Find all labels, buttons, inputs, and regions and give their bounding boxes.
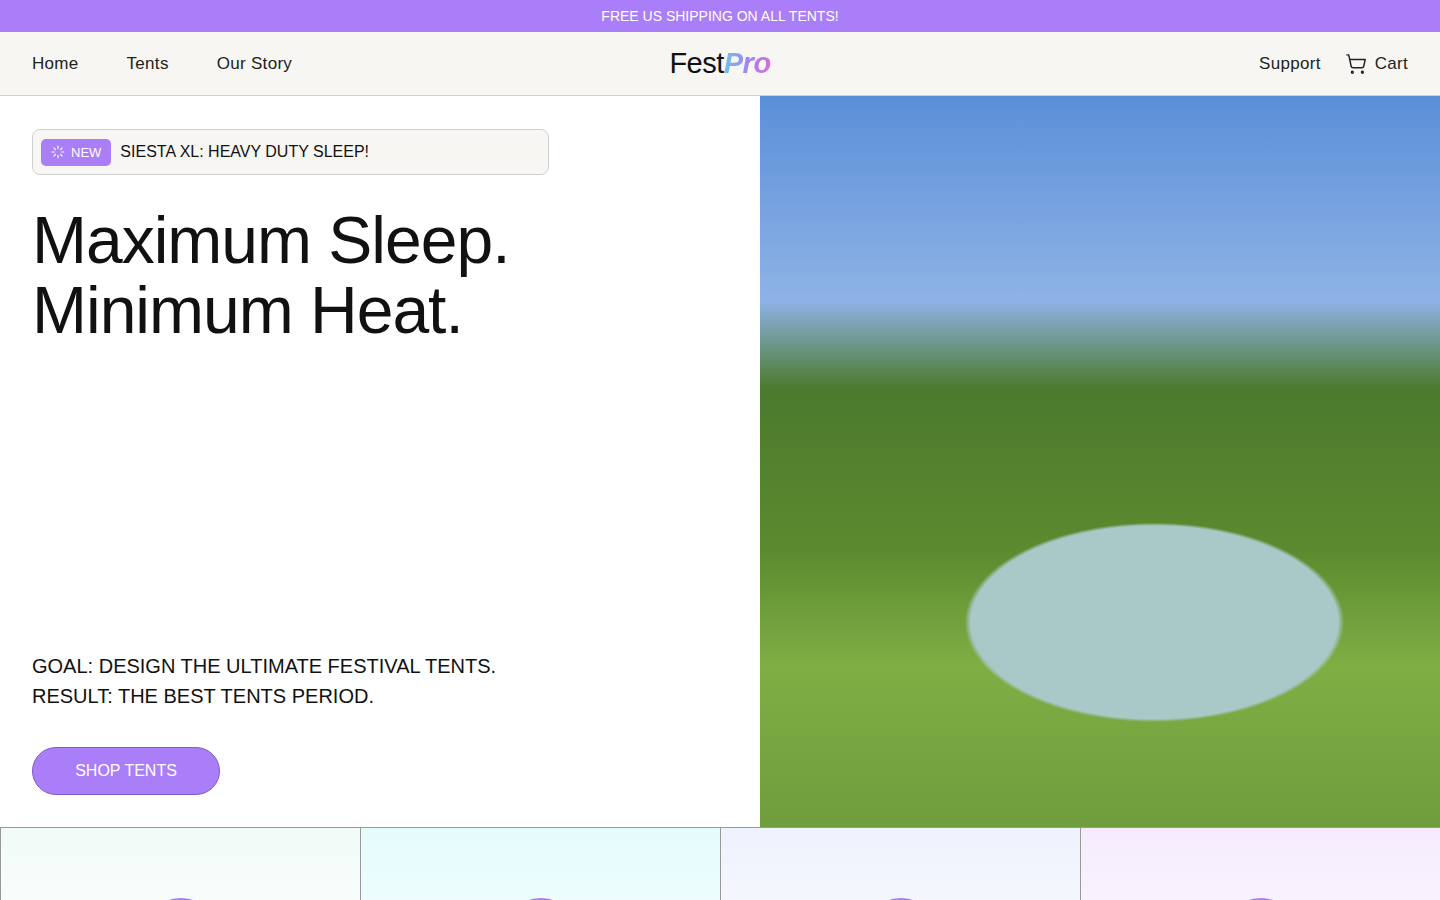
nav-link[interactable]: Our Story xyxy=(217,54,292,74)
nav-link[interactable]: Tents xyxy=(127,54,169,74)
feature-card xyxy=(0,827,360,900)
cart-link[interactable]: Cart xyxy=(1345,53,1408,75)
nav-links: Home Tents Our Story xyxy=(32,54,669,74)
new-tag: NEW xyxy=(41,139,111,166)
hero: NEWSIESTA XL: HEAVY DUTY SLEEP! Maximum S… xyxy=(0,96,1440,827)
hero-heading: Maximum Sleep.Minimum Heat. xyxy=(32,205,728,345)
feature-card xyxy=(1080,827,1440,900)
logo[interactable]: FestPro xyxy=(669,47,770,80)
navbar: Home Tents Our Story FestPro Support Cart xyxy=(0,32,1440,96)
feature-circle xyxy=(501,898,581,900)
nav-link[interactable]: Home xyxy=(32,54,79,74)
hero-tagline: GOAL: DESIGN THE ULTIMATE FESTIVAL TENTS… xyxy=(32,651,728,711)
announcement-badge[interactable]: NEWSIESTA XL: HEAVY DUTY SLEEP! xyxy=(32,129,549,175)
sparkle-icon xyxy=(51,145,65,159)
cart-icon xyxy=(1345,53,1367,75)
support-link[interactable]: Support xyxy=(1259,54,1321,74)
feature-card xyxy=(720,827,1080,900)
hero-photo xyxy=(760,96,1440,827)
shop-button[interactable]: SHOP TENTS xyxy=(32,747,220,795)
feature-circle xyxy=(1221,898,1301,900)
feature-circle xyxy=(861,898,941,900)
feature-card xyxy=(360,827,720,900)
announcement-bar: FREE US SHIPPING ON ALL TENTS! xyxy=(0,0,1440,32)
feature-cards xyxy=(0,827,1440,900)
feature-circle xyxy=(141,898,221,900)
